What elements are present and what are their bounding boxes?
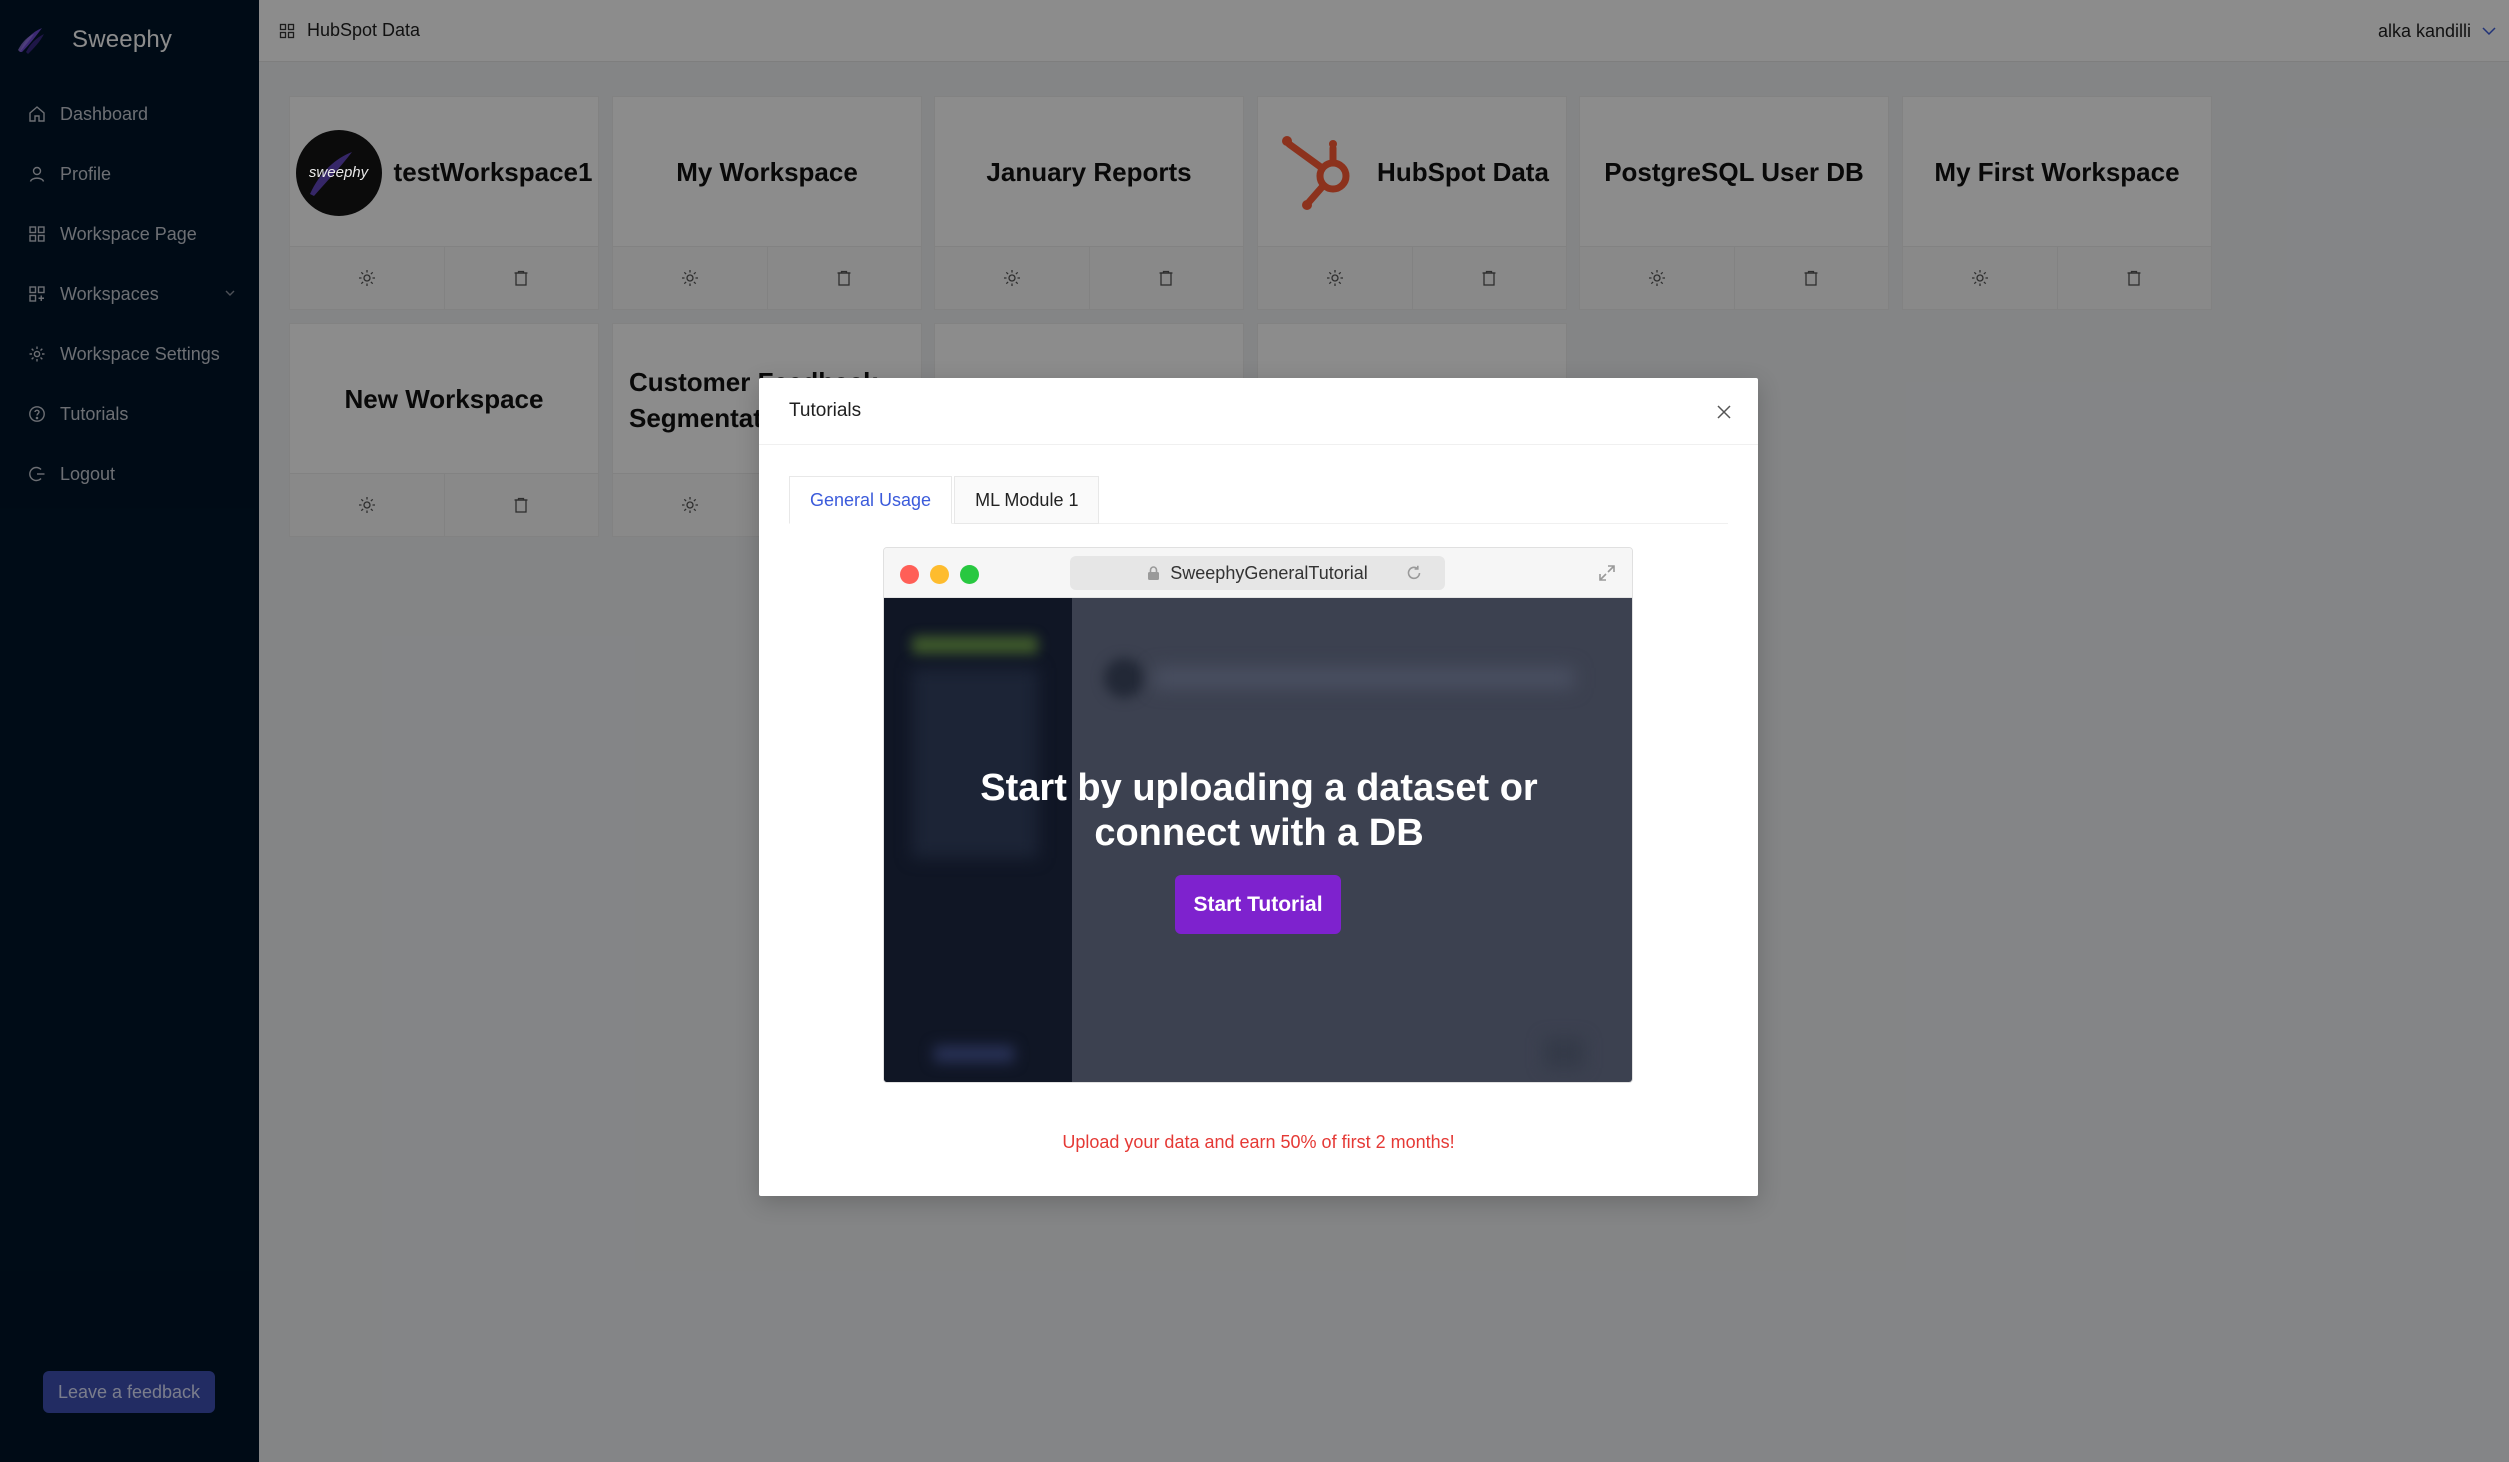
- start-tutorial-button[interactable]: Start Tutorial: [1175, 875, 1341, 934]
- modal-header: Tutorials: [759, 378, 1758, 445]
- tutorial-tabs: General Usage ML Module 1: [789, 476, 1728, 524]
- headline-line-2: connect with a DB: [1094, 812, 1424, 854]
- tab-general-usage[interactable]: General Usage: [789, 476, 953, 524]
- close-window-dot[interactable]: [900, 565, 919, 584]
- expand-icon[interactable]: [1598, 564, 1616, 582]
- preview-blur: [1104, 658, 1144, 698]
- reload-icon[interactable]: [1405, 564, 1423, 582]
- tutorial-preview: Start by uploading a dataset or connect …: [884, 598, 1632, 1082]
- preview-blur: [912, 636, 1038, 654]
- preview-blur: [1154, 668, 1574, 688]
- preview-blur: [1544, 1038, 1584, 1068]
- close-button[interactable]: [1712, 400, 1736, 424]
- window-controls: [900, 565, 979, 584]
- tab-ml-module-1[interactable]: ML Module 1: [954, 476, 1100, 524]
- tutorials-modal: Tutorials General Usage ML Module 1 Swee…: [759, 378, 1758, 1196]
- close-icon: [1717, 405, 1731, 419]
- browser-toolbar: SweephyGeneralTutorial: [884, 548, 1632, 598]
- lock-icon: [1148, 565, 1160, 580]
- address-bar[interactable]: SweephyGeneralTutorial: [1070, 556, 1445, 590]
- modal-title: Tutorials: [789, 400, 862, 421]
- maximize-window-dot[interactable]: [960, 565, 979, 584]
- promo-text: Upload your data and earn 50% of first 2…: [1062, 1132, 1455, 1152]
- minimize-window-dot[interactable]: [930, 565, 949, 584]
- url-text: SweephyGeneralTutorial: [1170, 562, 1368, 583]
- headline-line-1: Start by uploading a dataset or: [980, 767, 1538, 809]
- tutorial-headline: Start by uploading a dataset or connect …: [884, 766, 1632, 856]
- preview-blur: [934, 1046, 1014, 1062]
- avatar-text: sweephy: [308, 164, 369, 181]
- tutorial-browser-frame: SweephyGeneralTutorial Start by uploadin…: [883, 547, 1633, 1083]
